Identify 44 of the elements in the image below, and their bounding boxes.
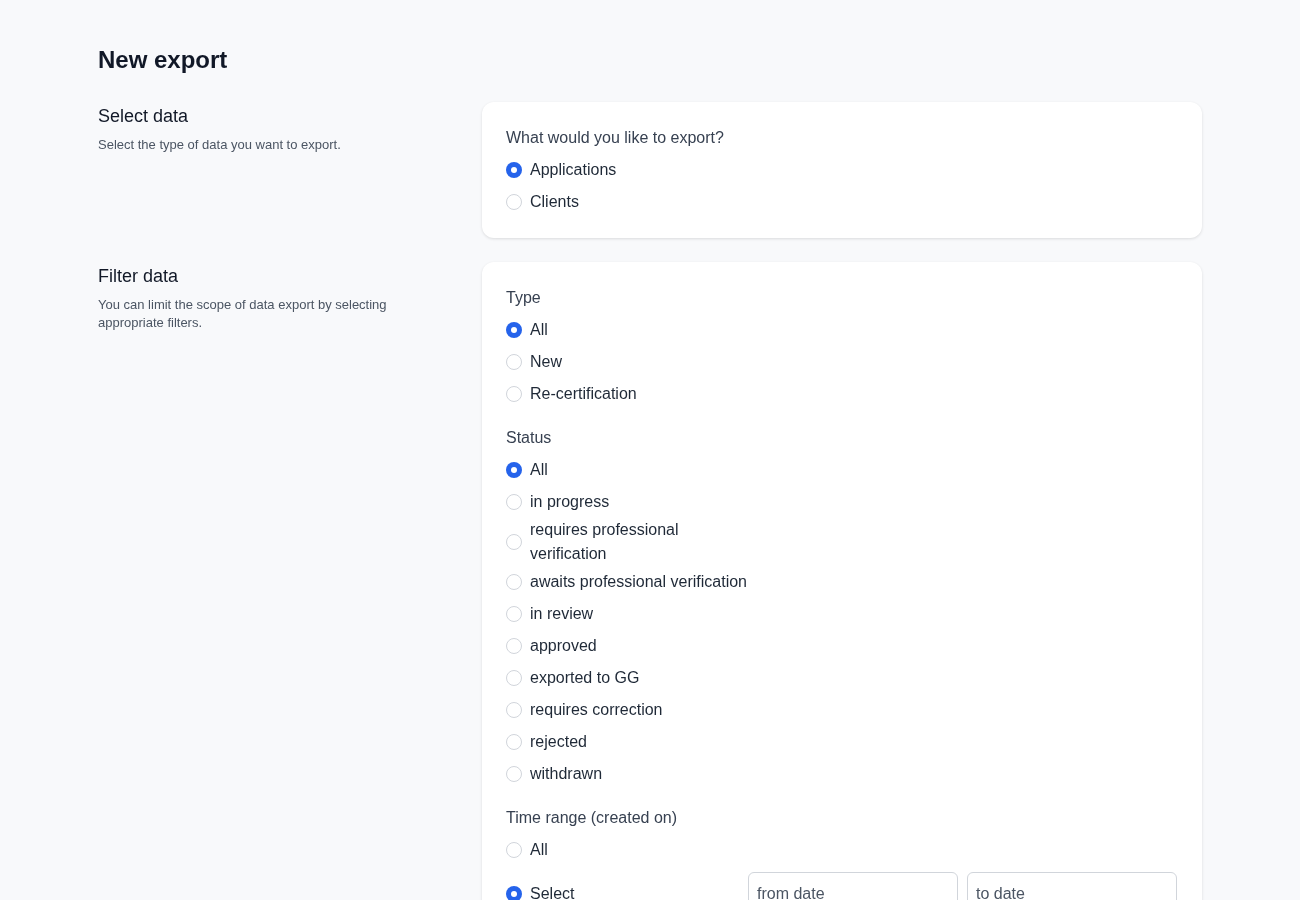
radio-button[interactable] [506, 322, 522, 338]
option-label: Select [530, 884, 575, 900]
option-label: All [530, 840, 548, 860]
option-label: Applications [530, 160, 617, 180]
option-label: Clients [530, 192, 579, 212]
date-field[interactable]: to date [967, 872, 1177, 900]
radio-button[interactable] [506, 574, 522, 590]
section-description: Select the type of data you want to export. [98, 136, 342, 154]
radio-button[interactable] [506, 842, 522, 858]
option-label: approved [530, 636, 597, 656]
option-label: awaits professional verification [530, 572, 747, 592]
option-label: exported to GG [530, 668, 640, 688]
group-label: Type [506, 288, 542, 308]
radio-button[interactable] [506, 354, 522, 370]
section-description: You can limit the scope of data export by selecting appropriate filters. [98, 296, 388, 332]
radio-button[interactable] [506, 534, 522, 550]
section-heading: Select data [98, 105, 190, 128]
option-label: All [530, 460, 548, 480]
radio-button[interactable] [506, 462, 522, 478]
radio-button[interactable] [506, 386, 522, 402]
date-field[interactable]: from date [748, 872, 958, 900]
section-heading: Filter data [98, 265, 180, 288]
option-label: in review [530, 604, 594, 624]
option-label: in progress [530, 492, 610, 512]
radio-button[interactable] [506, 702, 522, 718]
group-label: What would you like to export? [506, 128, 725, 148]
radio-button[interactable] [506, 638, 522, 654]
option-label: Re-certification [530, 384, 637, 404]
radio-button[interactable] [506, 734, 522, 750]
radio-button[interactable] [506, 886, 522, 900]
radio-button[interactable] [506, 670, 522, 686]
group-label: Time range (created on) [506, 808, 679, 828]
option-label: rejected [530, 732, 587, 752]
option-label: New [530, 352, 562, 372]
radio-button[interactable] [506, 494, 522, 510]
radio-button[interactable] [506, 162, 522, 178]
option-label: withdrawn [530, 764, 603, 784]
option-label: All [530, 320, 548, 340]
radio-button[interactable] [506, 194, 522, 210]
radio-button[interactable] [506, 766, 522, 782]
page-title: New export [98, 45, 229, 75]
option-label: requires correction [530, 700, 663, 720]
group-label: Status [506, 428, 553, 448]
radio-button[interactable] [506, 606, 522, 622]
